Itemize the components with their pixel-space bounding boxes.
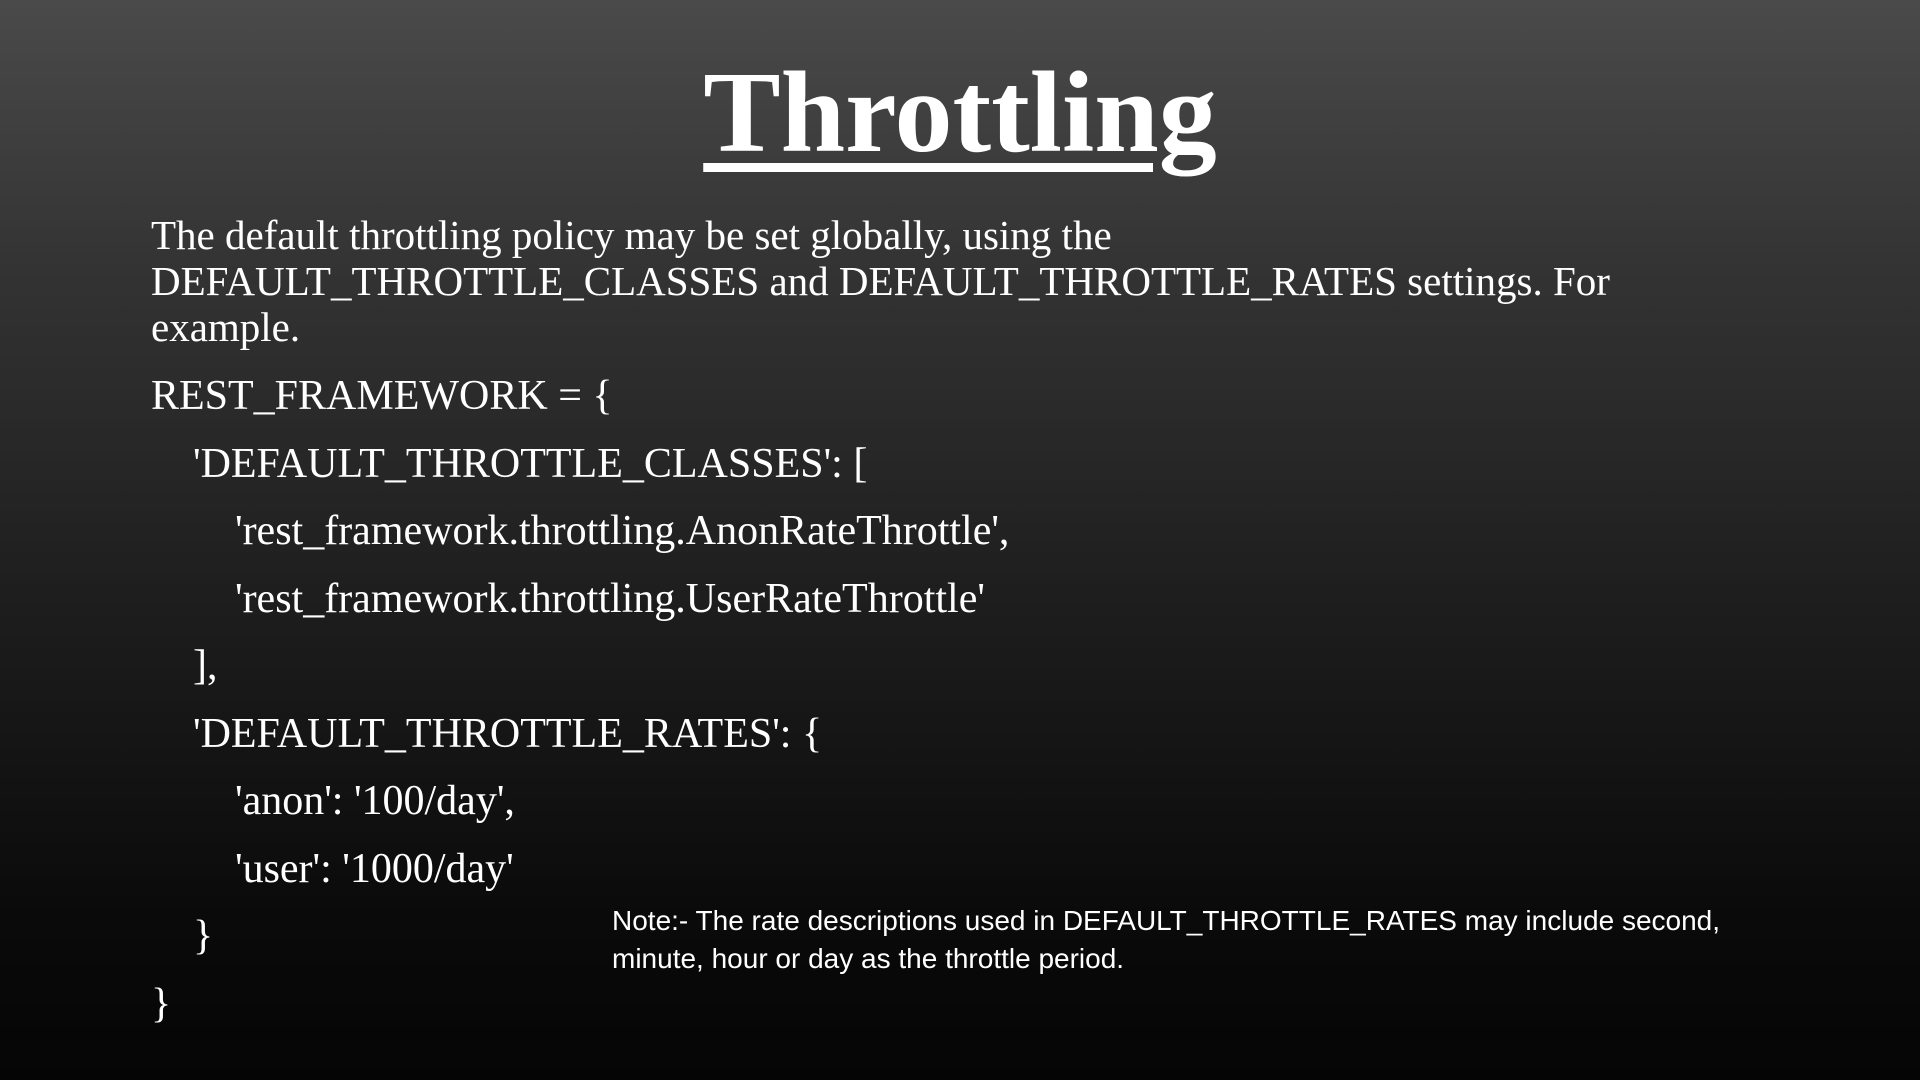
code-line: REST_FRAMEWORK = { bbox=[151, 373, 613, 419]
code-line: ], bbox=[193, 643, 218, 689]
slide-title-text: Throttling bbox=[703, 49, 1217, 177]
code-line: } bbox=[151, 980, 172, 1027]
code-line: 'DEFAULT_THROTTLE_CLASSES': [ bbox=[193, 440, 868, 487]
code-line: 'rest_framework.throttling.UserRateThrot… bbox=[235, 575, 985, 622]
slide-title: Throttling bbox=[0, 48, 1920, 178]
code-line: 'anon': '100/day', bbox=[235, 778, 515, 824]
code-line: 'user': '1000/day' bbox=[235, 845, 514, 892]
intro-paragraph: The default throttling policy may be set… bbox=[151, 212, 1610, 350]
note-text: Note:- The rate descriptions used in DEF… bbox=[612, 905, 1721, 974]
code-line: 'DEFAULT_THROTTLE_RATES': { bbox=[193, 710, 823, 757]
slide: Throttling The default throttling policy… bbox=[0, 0, 1920, 1080]
code-line: 'rest_framework.throttling.AnonRateThrot… bbox=[235, 508, 1010, 554]
